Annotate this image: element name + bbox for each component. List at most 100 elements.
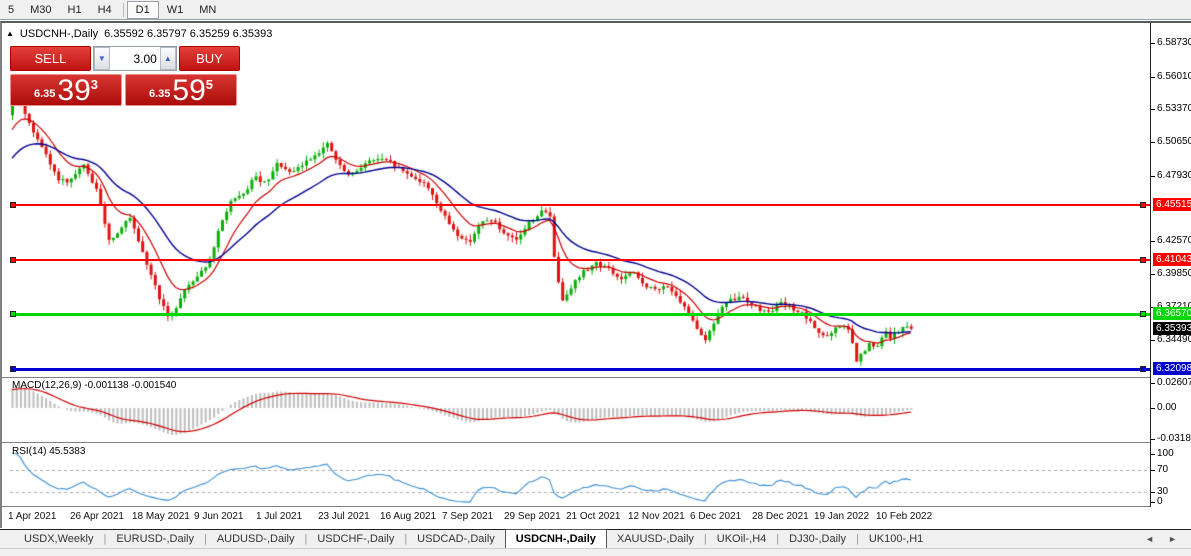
chart-symbol-label: USDCNH-,Daily	[20, 28, 98, 40]
price-axis-label: 6.56010	[1157, 71, 1191, 82]
price-badge: 6.41043	[1153, 253, 1191, 266]
price-axis-label: 6.53370	[1157, 103, 1191, 114]
date-tick-label: 1 Apr 2021	[8, 511, 56, 522]
volume-input[interactable]	[110, 47, 160, 70]
chart-tab-eurusd-daily[interactable]: EURUSD-,Daily	[106, 531, 204, 548]
price-chart-canvas[interactable]	[8, 40, 1150, 507]
one-click-trade-panel: SELL ▼ ▲ BUY 6.35 39 3 6.35 59 5	[10, 46, 240, 106]
volume-increase-icon[interactable]: ▲	[160, 47, 176, 70]
rsi-axis-label: 100	[1157, 448, 1174, 459]
buy-price-button[interactable]: 6.35 59 5	[125, 74, 237, 106]
axis-tick-mark	[1151, 77, 1155, 78]
horizontal-line-6.45515[interactable]	[10, 204, 1150, 206]
timeframe-button-w1[interactable]: W1	[159, 1, 192, 19]
status-strip	[0, 548, 1191, 556]
tab-scroll-left-icon[interactable]: ◄	[1145, 534, 1154, 544]
timeframe-button-h4[interactable]: H4	[90, 1, 120, 19]
price-badge: 6.45515	[1153, 198, 1191, 211]
chart-tab-dj30-daily[interactable]: DJ30-,Daily	[779, 531, 856, 548]
axis-tick-mark	[1151, 274, 1155, 275]
chart-tab-usdcad-daily[interactable]: USDCAD-,Daily	[407, 531, 505, 548]
chart-tab-audusd-daily[interactable]: AUDUSD-,Daily	[207, 531, 305, 548]
line-handle-left[interactable]	[10, 202, 16, 208]
chart-tab-uk100-h1[interactable]: UK100-,H1	[859, 531, 933, 548]
price-macd-separator[interactable]	[2, 377, 1191, 378]
date-tick-label: 26 Apr 2021	[70, 511, 124, 522]
price-badge: 6.32098	[1153, 362, 1191, 375]
sell-price-button[interactable]: 6.35 39 3	[10, 74, 122, 106]
timeframe-button-d1[interactable]: D1	[127, 1, 159, 19]
axis-tick-mark	[1151, 470, 1155, 471]
horizontal-line-6.32098[interactable]	[10, 368, 1150, 371]
chart-tab-bar: USDX,Weekly|EURUSD-,Daily|AUDUSD-,Daily|…	[0, 529, 1191, 548]
date-tick-label: 9 Jun 2021	[194, 511, 244, 522]
date-axis[interactable]: 1 Apr 2021 26 Apr 2021 18 May 2021 9 Jun 20…	[2, 507, 1150, 528]
rsi-indicator-label: RSI(14) 45.5383	[12, 446, 85, 457]
date-tick-label: 23 Jul 2021	[318, 511, 370, 522]
price-badge: 6.36570	[1153, 307, 1191, 320]
price-axis-label: 6.47930	[1157, 170, 1191, 181]
chart-tab-usdx-weekly[interactable]: USDX,Weekly	[14, 531, 103, 548]
line-handle-left[interactable]	[10, 311, 16, 317]
volume-decrease-icon[interactable]: ▼	[94, 47, 110, 70]
rsi-axis-label: 0	[1157, 496, 1163, 507]
chart-tab-ukoil-h4[interactable]: UKOil-,H4	[707, 531, 777, 548]
horizontal-line-6.36570[interactable]	[10, 313, 1150, 316]
date-tick-label: 12 Nov 2021	[628, 511, 685, 522]
axis-tick-mark	[1151, 454, 1155, 455]
tab-scroll-right-icon[interactable]: ►	[1168, 534, 1177, 544]
date-tick-label: 1 Jul 2021	[256, 511, 302, 522]
chart-tab-usdcnh-daily[interactable]: USDCNH-,Daily	[505, 529, 607, 548]
rsi-axis-label: 70	[1157, 464, 1168, 475]
axis-tick-mark	[1151, 492, 1155, 493]
date-tick-label: 7 Sep 2021	[442, 511, 493, 522]
axis-tick-mark	[1151, 502, 1155, 503]
line-handle-right[interactable]	[1140, 257, 1146, 263]
chart-window: ▲ USDCNH-,Daily 6.35592 6.35797 6.35259 …	[0, 21, 1191, 528]
sell-price-prefix: 6.35	[34, 88, 55, 100]
price-axis-label: 6.34490	[1157, 334, 1191, 345]
date-tick-label: 19 Jan 2022	[814, 511, 869, 522]
line-handle-right[interactable]	[1140, 202, 1146, 208]
timeframe-button-5[interactable]: 5	[0, 1, 22, 19]
toolbar-divider	[123, 3, 124, 17]
macd-rsi-separator[interactable]	[2, 442, 1191, 443]
sell-button[interactable]: SELL	[10, 46, 91, 71]
date-tick-label: 29 Sep 2021	[504, 511, 561, 522]
buy-price-prefix: 6.35	[149, 88, 170, 100]
price-badge: 6.35393	[1153, 322, 1191, 335]
date-tick-label: 10 Feb 2022	[876, 511, 932, 522]
axis-tick-mark	[1151, 176, 1155, 177]
timeframe-button-m30[interactable]: M30	[22, 1, 59, 19]
chart-ohlc-values: 6.35592 6.35797 6.35259 6.35393	[104, 28, 272, 40]
price-axis-label: 6.39850	[1157, 268, 1191, 279]
sell-price-big: 39	[57, 78, 90, 104]
chart-tab-xauusd-daily[interactable]: XAUUSD-,Daily	[607, 531, 704, 548]
timeframe-button-h1[interactable]: H1	[60, 1, 90, 19]
chart-title: ▲ USDCNH-,Daily 6.35592 6.35797 6.35259 …	[6, 27, 272, 41]
price-axis-label: 6.50650	[1157, 136, 1191, 147]
axis-tick-mark	[1151, 408, 1155, 409]
line-handle-left[interactable]	[10, 366, 16, 372]
axis-tick-mark	[1151, 43, 1155, 44]
line-handle-right[interactable]	[1140, 311, 1146, 317]
axis-tick-mark	[1151, 109, 1155, 110]
price-axis-label: 6.42570	[1157, 235, 1191, 246]
trading-terminal: 5M30H1H4D1W1MN ▲ USDCNH-,Daily 6.35592 6…	[0, 0, 1191, 556]
date-tick-label: 18 May 2021	[132, 511, 190, 522]
line-handle-right[interactable]	[1140, 366, 1146, 372]
sell-price-pip: 3	[91, 77, 98, 92]
line-handle-left[interactable]	[10, 257, 16, 263]
macd-indicator-label: MACD(12,26,9) -0.001138 -0.001540	[12, 380, 176, 391]
macd-axis-label: -0.03187	[1157, 433, 1191, 444]
chart-collapse-icon[interactable]: ▲	[6, 29, 14, 38]
axis-tick-mark	[1151, 142, 1155, 143]
price-axis[interactable]: 6.587306.560106.533706.506506.479306.425…	[1151, 23, 1191, 528]
timeframe-button-mn[interactable]: MN	[191, 1, 224, 19]
horizontal-line-6.41043[interactable]	[10, 259, 1150, 261]
chart-tab-usdchf-daily[interactable]: USDCHF-,Daily	[307, 531, 404, 548]
buy-button[interactable]: BUY	[179, 46, 240, 71]
tab-scroll-arrows: ◄►	[1145, 534, 1191, 548]
volume-stepper: ▼ ▲	[93, 46, 177, 71]
buy-price-pip: 5	[206, 77, 213, 92]
